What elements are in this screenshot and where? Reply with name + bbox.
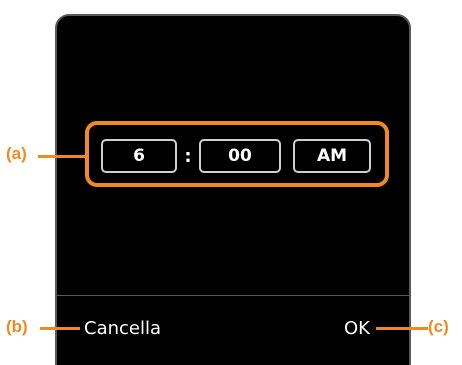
callout-a-label: (a) [6, 144, 27, 163]
minute-field[interactable]: 00 [199, 139, 281, 173]
ok-button[interactable]: OK [344, 316, 370, 342]
meridiem-field[interactable]: AM [293, 139, 371, 173]
callout-b-line [40, 327, 80, 330]
time-separator: : [184, 145, 192, 167]
hour-field[interactable]: 6 [101, 139, 177, 173]
softkey-divider [57, 295, 409, 296]
time-picker-group: 6 : 00 AM [85, 121, 389, 187]
callout-b-label: (b) [6, 317, 28, 336]
callout-c-line [376, 327, 428, 330]
callout-a-line [38, 155, 88, 158]
callout-c-label: (c) [428, 317, 449, 336]
cancel-button[interactable]: Cancella [84, 316, 161, 342]
phone-screen: 6 : 00 AM Cancella OK [55, 14, 411, 365]
